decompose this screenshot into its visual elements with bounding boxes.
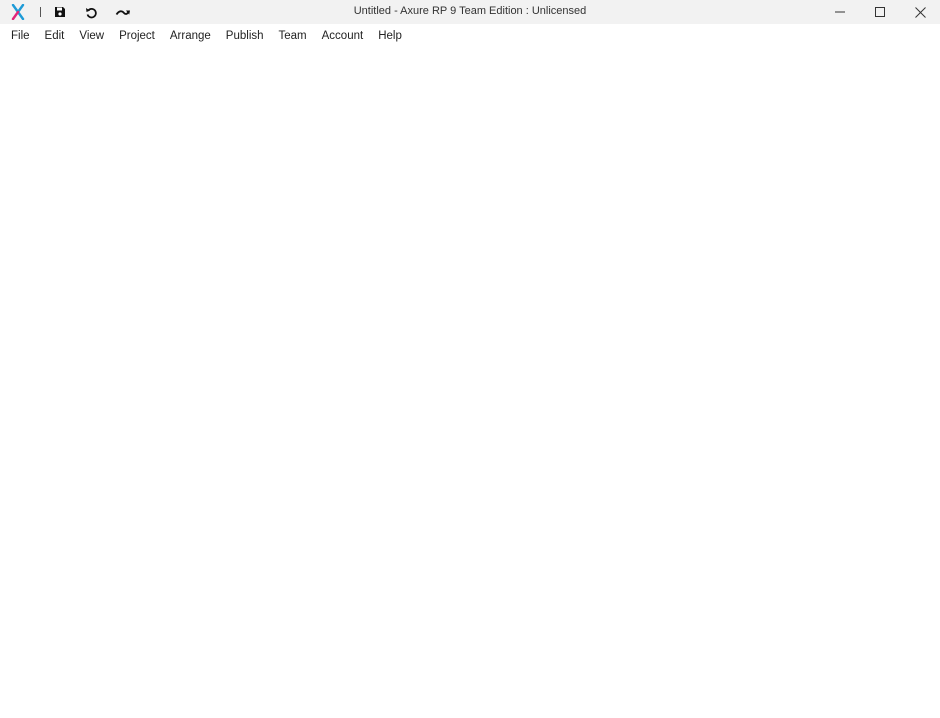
toolbar-separator: [40, 7, 41, 17]
menu-file[interactable]: File: [5, 27, 36, 45]
redo-button[interactable]: [113, 3, 133, 21]
menu-edit[interactable]: Edit: [39, 27, 71, 45]
minimize-button[interactable]: [820, 0, 860, 24]
redo-icon: [115, 10, 130, 16]
menu-account[interactable]: Account: [316, 27, 370, 45]
save-button[interactable]: [50, 3, 70, 21]
save-icon: [55, 7, 65, 17]
menu-project[interactable]: Project: [113, 27, 161, 45]
maximize-icon: [875, 7, 885, 17]
menu-help[interactable]: Help: [372, 27, 408, 45]
undo-icon: [85, 7, 97, 18]
close-button[interactable]: [900, 0, 940, 24]
minimize-icon: [835, 11, 845, 13]
maximize-button[interactable]: [860, 0, 900, 24]
close-icon: [914, 6, 926, 18]
menu-arrange[interactable]: Arrange: [164, 27, 217, 45]
menu-team[interactable]: Team: [273, 27, 313, 45]
window-title: Untitled - Axure RP 9 Team Edition : Unl…: [353, 5, 587, 17]
undo-button[interactable]: [81, 3, 101, 21]
axure-logo-icon[interactable]: [11, 3, 25, 21]
title-bar[interactable]: Untitled - Axure RP 9 Team Edition : Unl…: [0, 0, 940, 24]
menu-publish[interactable]: Publish: [220, 27, 270, 45]
menu-view[interactable]: View: [73, 27, 110, 45]
menu-bar: File Edit View Project Arrange Publish T…: [0, 24, 940, 48]
main-workspace: [0, 48, 940, 718]
